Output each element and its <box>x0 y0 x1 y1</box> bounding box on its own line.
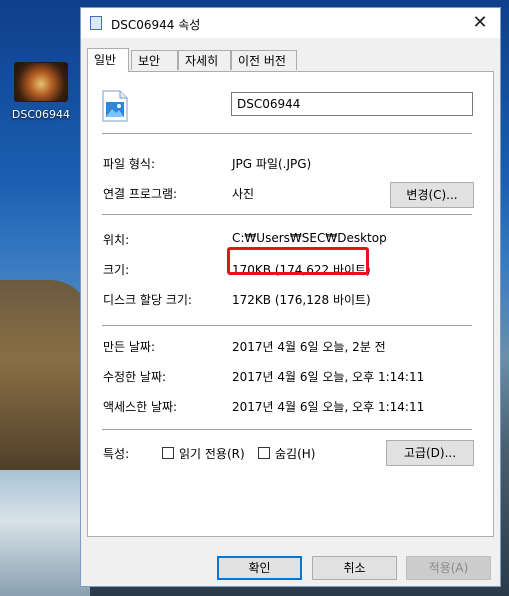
modified-label: 수정한 날짜: <box>103 370 167 384</box>
ok-button[interactable]: 확인 <box>217 556 302 580</box>
general-panel: DSC06944 파일 형식: JPG 파일(.JPG) 연결 프로그램: 사진… <box>87 71 494 537</box>
hidden-label[interactable]: 숨김(H) <box>275 445 315 462</box>
desktop-wallpaper-water <box>0 470 90 596</box>
highlight-box <box>227 247 369 275</box>
accessed-value: 2017년 4월 6일 오늘, 오후 1:14:11 <box>232 400 425 414</box>
tab-general[interactable]: 일반 <box>87 48 129 72</box>
opens-with-label: 연결 프로그램: <box>103 187 178 201</box>
image-file-icon <box>90 16 102 30</box>
separator <box>102 429 472 430</box>
created-label: 만든 날짜: <box>103 340 156 354</box>
file-type-label: 파일 형식: <box>103 157 156 171</box>
close-button[interactable]: ✕ <box>468 11 492 35</box>
tab-previous-versions[interactable]: 이전 버전 <box>231 50 297 70</box>
file-type-value: JPG 파일(.JPG) <box>232 157 312 171</box>
readonly-label[interactable]: 읽기 전용(R) <box>179 445 245 462</box>
desktop-file-label: DSC06944 <box>11 108 71 121</box>
location-value: C:₩Users₩SEC₩Desktop <box>232 231 387 245</box>
created-value: 2017년 4월 6일 오늘, 2분 전 <box>232 340 386 354</box>
location-label: 위치: <box>103 233 130 247</box>
attributes-label: 특성: <box>103 447 130 461</box>
properties-dialog: DSC06944 속성 ✕ 일반 보안 자세히 이전 버전 DSC06944 파… <box>80 7 501 587</box>
modified-value: 2017년 4월 6일 오늘, 오후 1:14:11 <box>232 370 425 384</box>
size-on-disk-value: 172KB (176,128 바이트) <box>232 293 371 307</box>
size-on-disk-label: 디스크 할당 크기: <box>103 293 192 307</box>
image-file-icon <box>102 90 128 122</box>
accessed-label: 액세스한 날짜: <box>103 400 178 414</box>
file-name-input[interactable]: DSC06944 <box>231 92 473 116</box>
advanced-button[interactable]: 고급(D)... <box>386 440 474 466</box>
change-button[interactable]: 변경(C)... <box>390 182 474 208</box>
separator <box>102 214 472 215</box>
tab-security[interactable]: 보안 <box>131 50 178 70</box>
apply-button[interactable]: 적용(A) <box>406 556 491 580</box>
cancel-button[interactable]: 취소 <box>312 556 397 580</box>
desktop-wallpaper-rock <box>0 280 90 480</box>
size-label: 크기: <box>103 263 130 277</box>
image-thumbnail-icon <box>14 62 68 102</box>
readonly-checkbox[interactable] <box>162 447 174 459</box>
desktop-file-icon[interactable]: DSC06944 <box>8 62 74 121</box>
separator <box>102 133 472 134</box>
tab-details[interactable]: 자세히 <box>178 50 231 70</box>
title-bar[interactable]: DSC06944 속성 ✕ <box>81 8 500 38</box>
opens-with-value: 사진 <box>232 187 255 201</box>
window-title: DSC06944 속성 <box>111 18 201 32</box>
hidden-checkbox[interactable] <box>258 447 270 459</box>
separator <box>102 325 472 326</box>
